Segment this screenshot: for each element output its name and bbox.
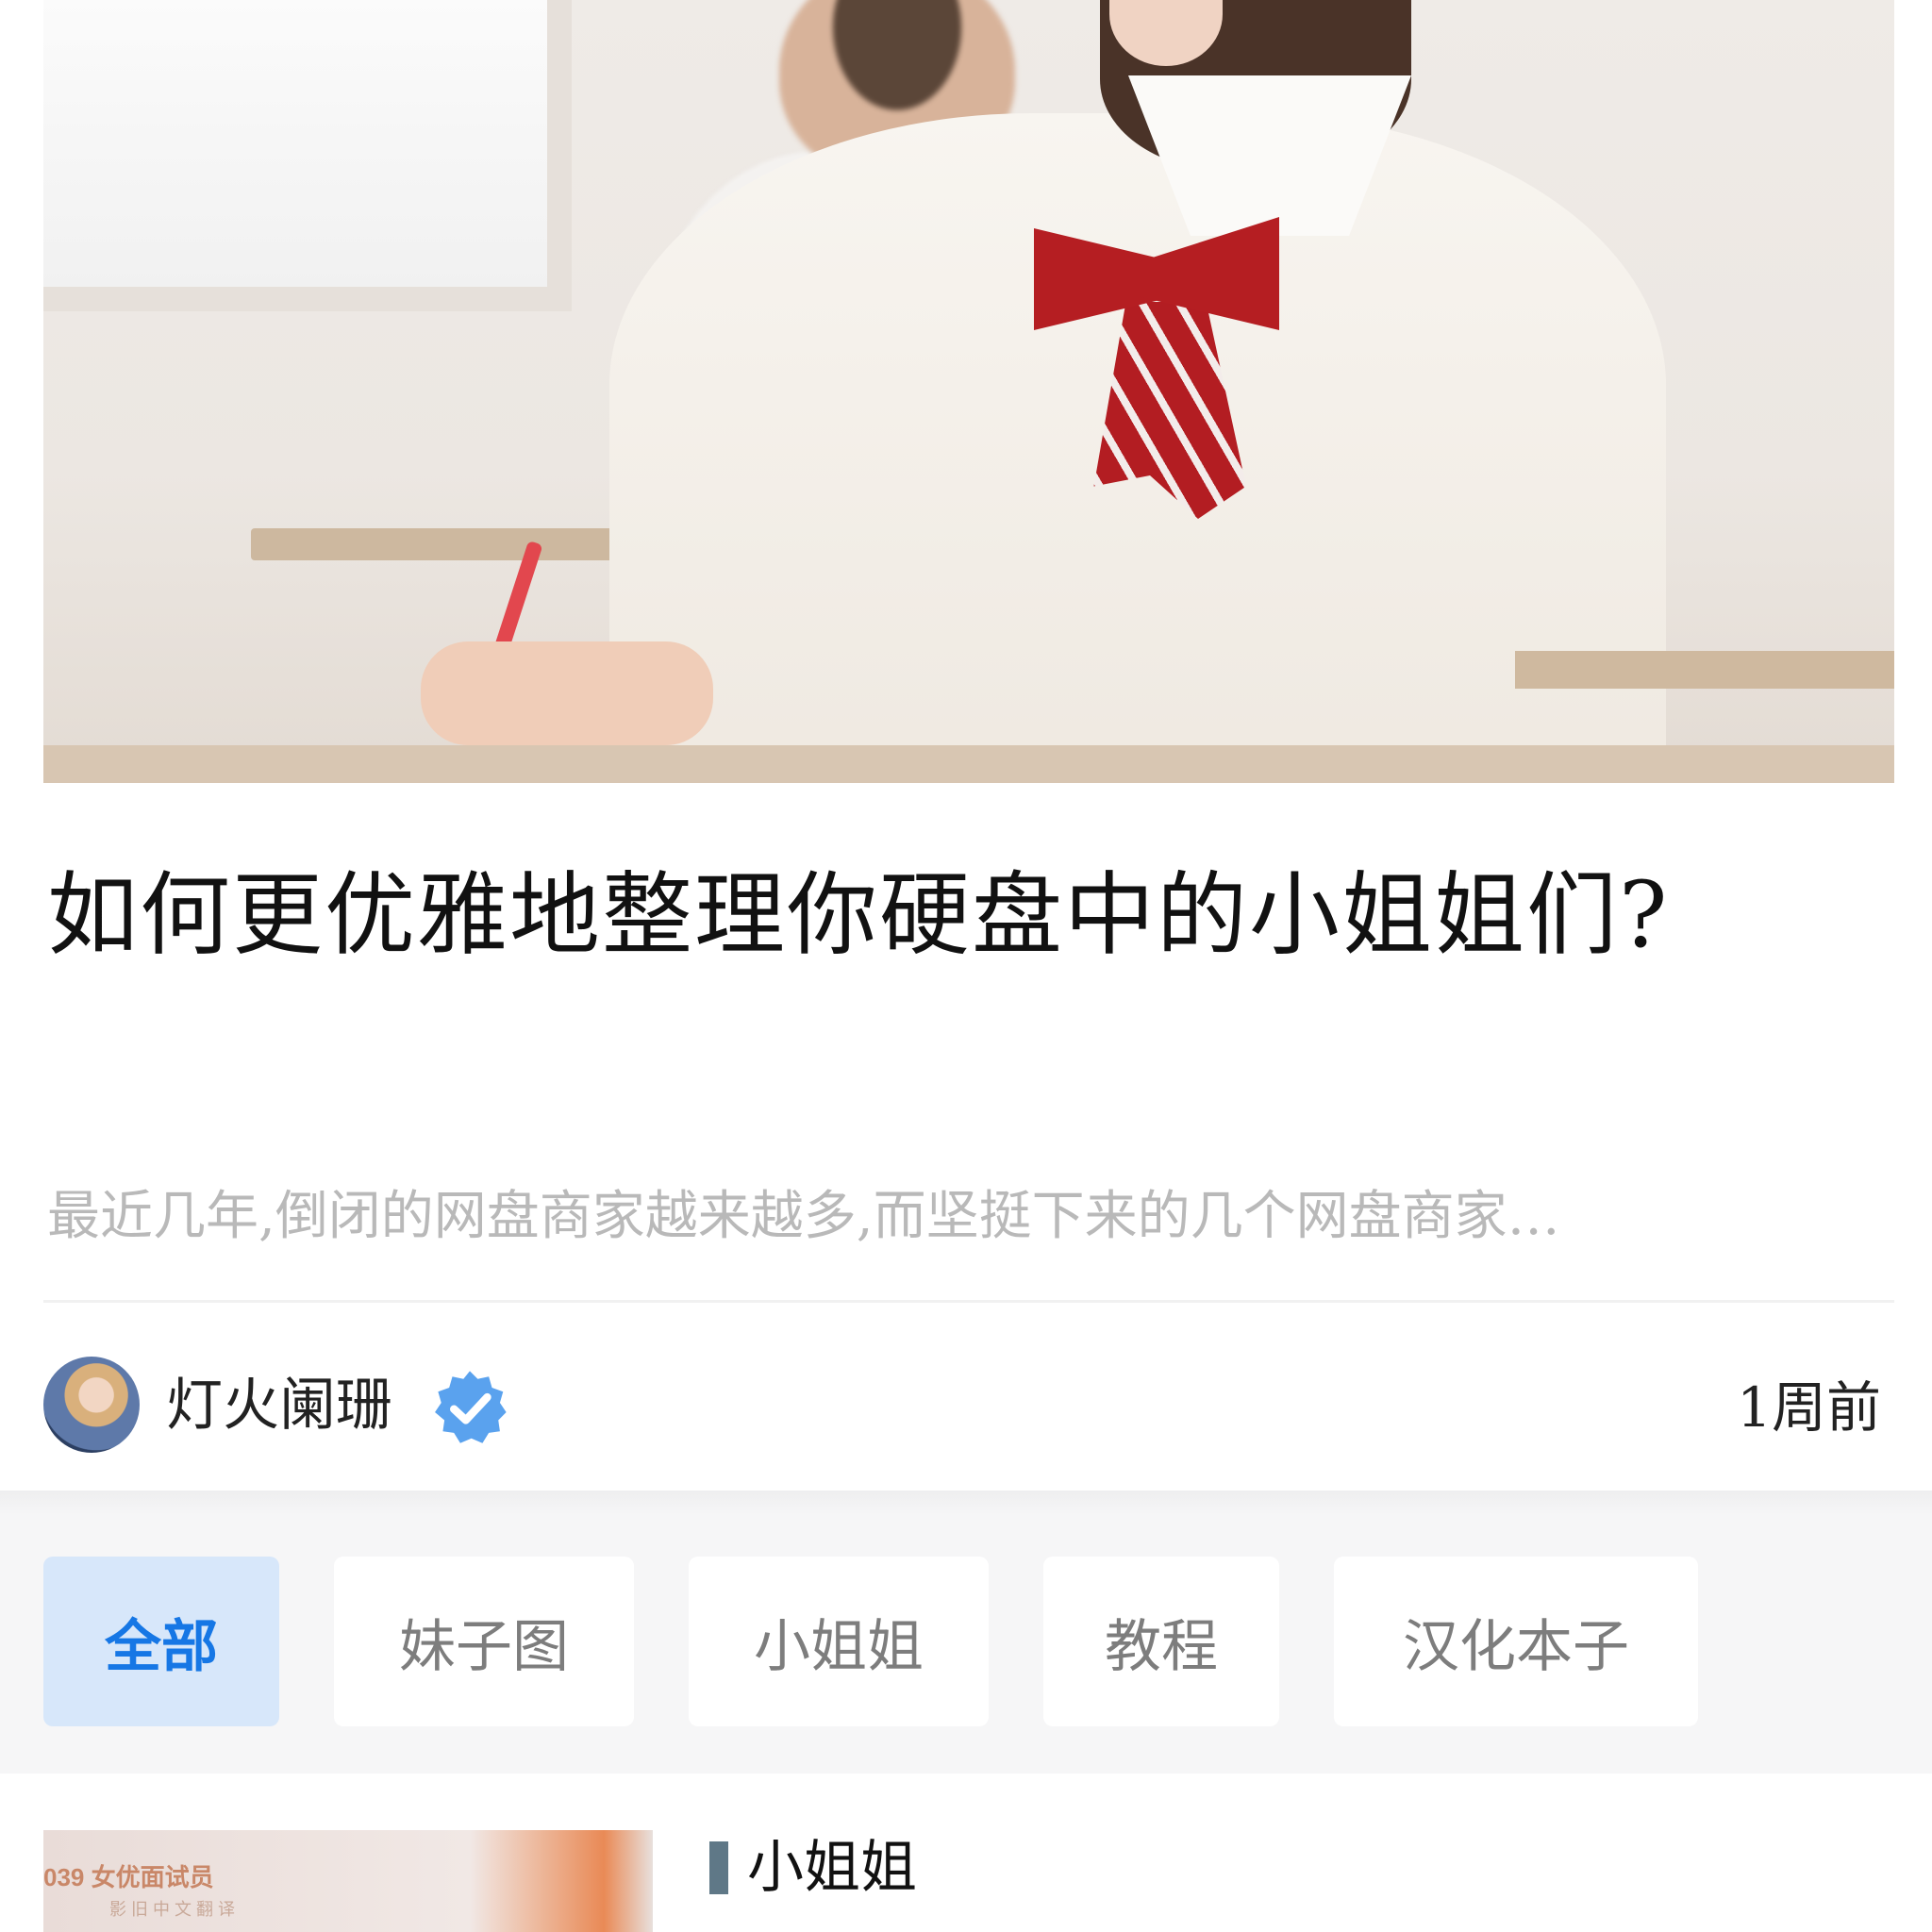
- cover-bow-tail: [1093, 302, 1246, 519]
- page: 如何更优雅地整理你硬盘中的小姐姐们? 最近几年,倒闭的网盘商家越来越多,而坚挺下…: [0, 0, 1932, 1932]
- tab-all[interactable]: 全部: [43, 1557, 279, 1726]
- article-cover-image[interactable]: [43, 0, 1894, 783]
- cover-hand: [421, 641, 713, 745]
- author-name[interactable]: 灯火阑珊: [166, 1366, 392, 1445]
- article-title[interactable]: 如何更优雅地整理你硬盘中的小姐姐们?: [47, 849, 1877, 981]
- avatar[interactable]: [43, 1357, 140, 1453]
- list-item-thumbnail[interactable]: 039 女优面试员 影 旧 中 文 翻 译: [43, 1830, 653, 1932]
- category-tabs: 全部 妹子图 小姐姐 教程 汉化本子: [43, 1557, 1698, 1726]
- article-summary: 最近几年,倒闭的网盘商家越来越多,而坚挺下来的几个网盘商家…: [47, 1186, 1560, 1247]
- list-item-category[interactable]: 小姐姐: [747, 1828, 917, 1907]
- tab-tutorials[interactable]: 教程: [1043, 1557, 1279, 1726]
- thumbnail-subtext: 影 旧 中 文 翻 译: [109, 1900, 236, 1919]
- thumbnail-text: 039 女优面试员: [43, 1863, 214, 1891]
- cover-desk-right: [1515, 651, 1894, 689]
- tab-xiaojiejie[interactable]: 小姐姐: [689, 1557, 989, 1726]
- cover-desk-front: [43, 745, 1894, 783]
- author-row: 灯火阑珊 1周前: [43, 1357, 1894, 1455]
- category-marker: [709, 1841, 728, 1894]
- cover-window: [43, 0, 572, 311]
- verified-check-icon: [435, 1371, 507, 1443]
- publish-time: 1周前: [1737, 1375, 1881, 1440]
- tab-translated-comics[interactable]: 汉化本子: [1334, 1557, 1698, 1726]
- tab-meizi-pics[interactable]: 妹子图: [334, 1557, 634, 1726]
- divider: [43, 1300, 1894, 1303]
- cover-bow: [1034, 208, 1279, 519]
- category-bar-shadow: [0, 1491, 1932, 1515]
